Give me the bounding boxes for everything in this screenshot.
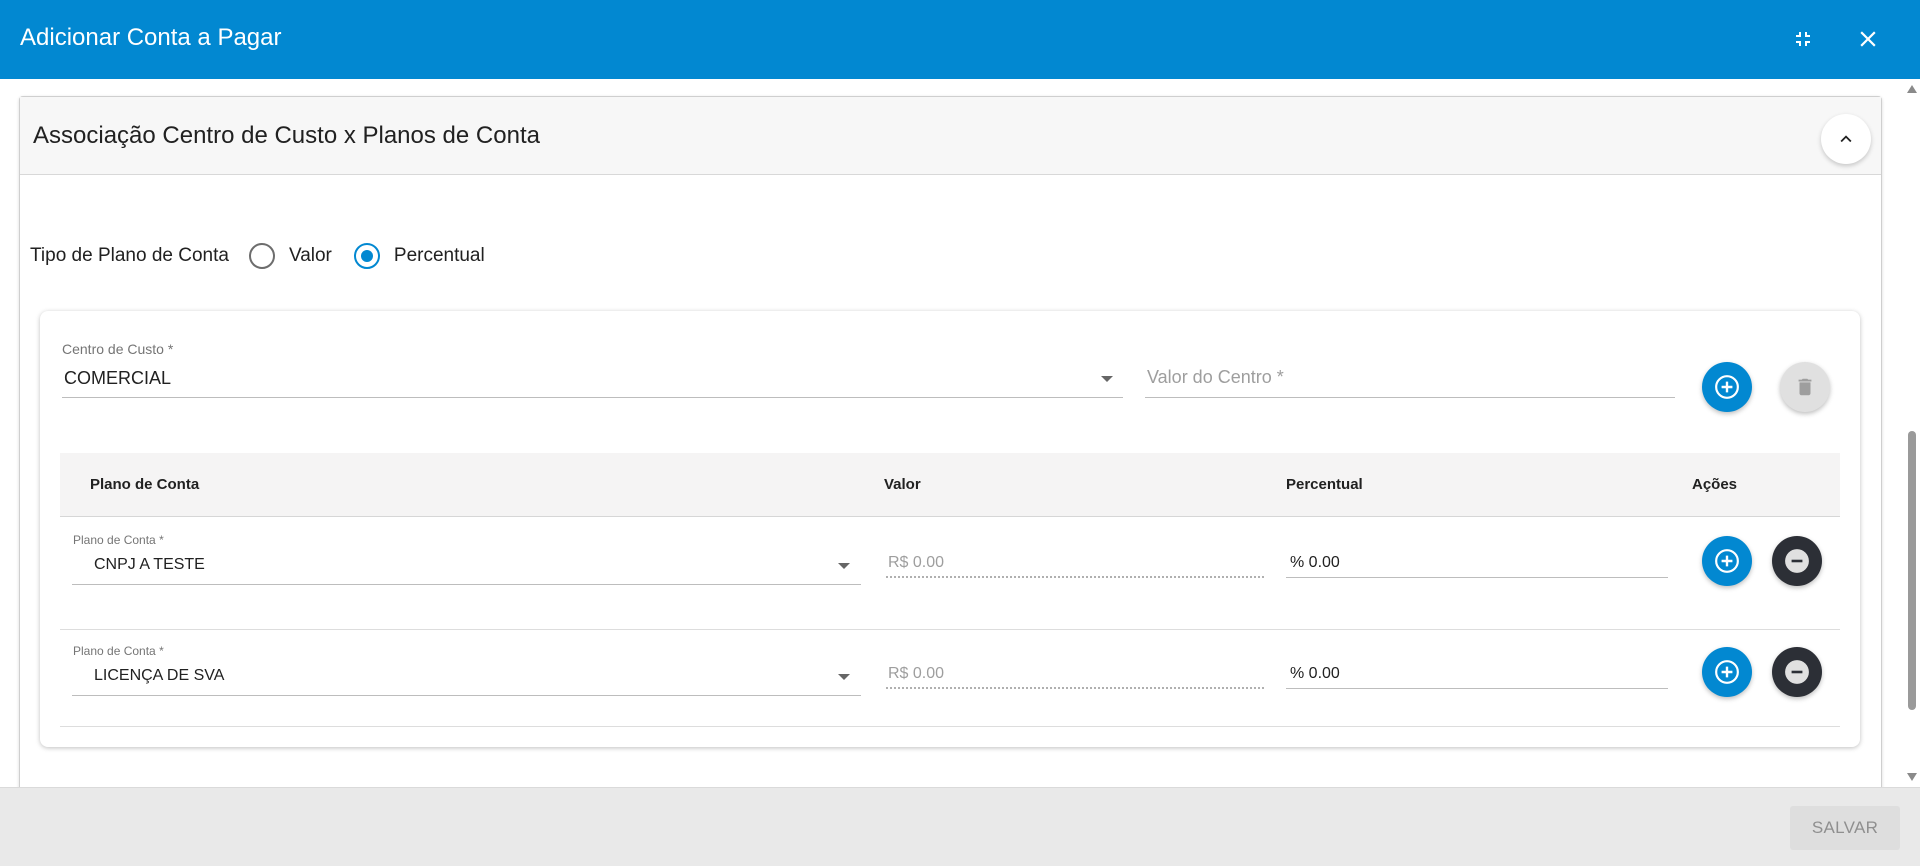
minimize-button[interactable]: [1784, 20, 1822, 58]
dialog-footer: SALVAR: [0, 787, 1920, 866]
centro-custo-label: Centro de Custo *: [62, 341, 173, 357]
valor-centro-placeholder: Valor do Centro: [1147, 367, 1272, 387]
th-valor: Valor: [884, 476, 921, 493]
chevron-up-icon: [1840, 135, 1852, 143]
row-percentual-underline: [1286, 688, 1668, 689]
vertical-scrollbar[interactable]: [1903, 79, 1920, 787]
row-separator: [60, 629, 1840, 630]
tipo-plano-radio-group: Tipo de Plano de Conta Valor Percentual: [30, 241, 507, 271]
table-header: Plano de Conta Valor Percentual Ações: [60, 453, 1840, 517]
th-plano: Plano de Conta: [90, 476, 200, 493]
row-plano-underline: [72, 584, 861, 585]
plus-circle-icon: [1715, 660, 1739, 684]
row-plano-label: Plano de Conta *: [73, 644, 164, 658]
trash-icon: [1798, 378, 1812, 396]
row-valor-underline: [886, 687, 1264, 689]
centro-custo-select[interactable]: COMERCIAL: [64, 368, 171, 389]
save-button[interactable]: SALVAR: [1790, 806, 1900, 850]
remove-row-button[interactable]: [1772, 647, 1822, 697]
row-plano-select[interactable]: LICENÇA DE SVA: [94, 667, 224, 685]
th-percentual: Percentual: [1286, 476, 1363, 493]
dialog-content: Associação Centro de Custo x Planos de C…: [0, 79, 1903, 787]
row-percentual-input[interactable]: % 0.00: [1290, 554, 1340, 572]
chevron-down-icon[interactable]: [1101, 376, 1113, 382]
cost-center-card: Centro de Custo * COMERCIAL Valor do Cen…: [40, 311, 1860, 747]
radio-percentual-label: Percentual: [393, 245, 485, 266]
close-button[interactable]: [1849, 20, 1887, 58]
row-plano-select[interactable]: CNPJ A TESTE: [94, 556, 205, 574]
row-percentual-underline: [1286, 577, 1668, 578]
add-row-button[interactable]: [1702, 536, 1752, 586]
delete-centro-button[interactable]: [1780, 362, 1830, 412]
cost-center-panel: Associação Centro de Custo x Planos de C…: [19, 96, 1882, 787]
row-plano-underline: [72, 695, 861, 696]
th-acoes: Ações: [1692, 476, 1738, 493]
dialog-title: Adicionar Conta a Pagar: [20, 24, 282, 51]
add-centro-button[interactable]: [1702, 362, 1752, 412]
row-valor-input[interactable]: R$ 0.00: [888, 554, 944, 572]
scroll-down-icon[interactable]: [1907, 773, 1917, 781]
plus-circle-icon: [1715, 375, 1739, 399]
radio-valor-label: Valor: [288, 245, 332, 266]
fullscreen-exit-icon: [1796, 32, 1810, 46]
valor-centro-underline: [1145, 397, 1675, 398]
chevron-down-icon[interactable]: [838, 674, 850, 680]
row-percentual-input[interactable]: % 0.00: [1290, 665, 1340, 683]
add-row-button[interactable]: [1702, 647, 1752, 697]
tipo-plano-label: Tipo de Plano de Conta: [30, 245, 229, 266]
required-mark: *: [1276, 367, 1284, 387]
radio-valor[interactable]: Valor: [248, 243, 332, 269]
row-separator: [60, 726, 1840, 727]
collapse-button[interactable]: [1821, 114, 1871, 164]
row-valor-underline: [886, 576, 1264, 578]
close-icon: [1860, 31, 1876, 47]
valor-centro-input[interactable]: Valor do Centro *: [1147, 367, 1284, 388]
radio-percentual[interactable]: Percentual: [353, 243, 485, 269]
panel-header[interactable]: Associação Centro de Custo x Planos de C…: [20, 97, 1881, 175]
radio-percentual-circle[interactable]: [353, 243, 380, 269]
remove-row-button[interactable]: [1772, 536, 1822, 586]
dialog-header: Adicionar Conta a Pagar: [0, 0, 1920, 79]
scroll-up-icon[interactable]: [1907, 85, 1917, 93]
plus-circle-icon: [1715, 549, 1739, 573]
chevron-down-icon[interactable]: [838, 563, 850, 569]
row-valor-input[interactable]: R$ 0.00: [888, 665, 944, 683]
minus-circle-icon: [1785, 549, 1809, 573]
required-mark: *: [167, 341, 174, 357]
scroll-thumb[interactable]: [1908, 431, 1916, 710]
panel-title: Associação Centro de Custo x Planos de C…: [33, 122, 540, 149]
centro-custo-label-text: Centro de Custo: [62, 341, 164, 357]
radio-valor-circle[interactable]: [248, 243, 275, 269]
row-plano-label: Plano de Conta *: [73, 533, 164, 547]
centro-custo-underline: [62, 397, 1123, 398]
minus-circle-icon: [1785, 660, 1809, 684]
